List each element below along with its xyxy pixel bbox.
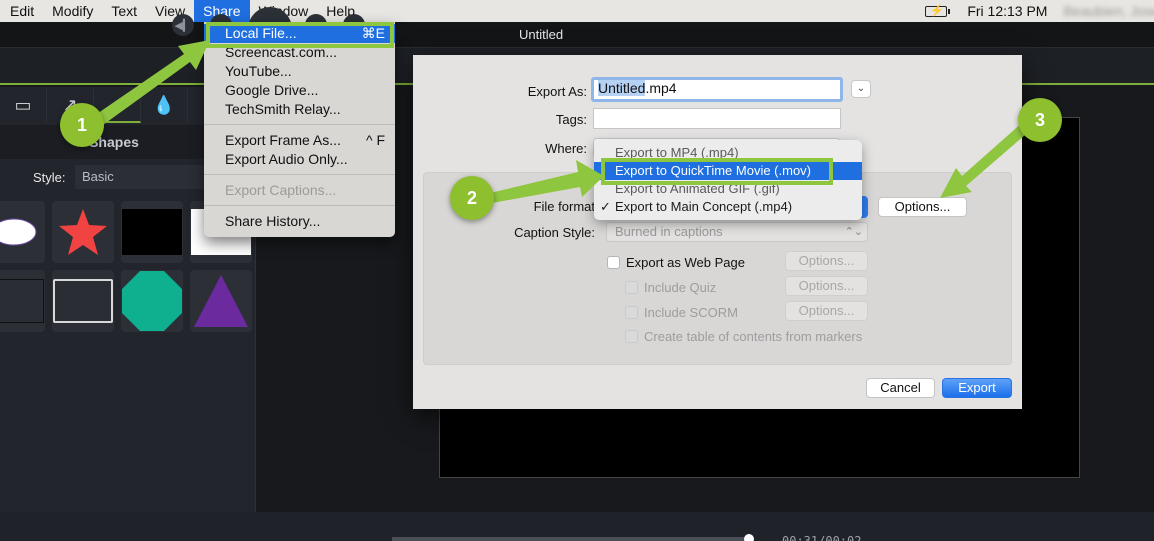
shape-black-rectangle[interactable] [121,201,183,263]
style-label: Style: [33,169,66,185]
export-as-label: Export As: [527,84,587,99]
menu-item-label: Export Audio Only... [225,151,348,167]
web-page-options-button[interactable]: Options... [785,251,868,271]
menu-item-youtube[interactable]: YouTube... [204,62,395,81]
format-option-main-concept[interactable]: ✓ Export to Main Concept (.mp4) [594,198,862,216]
callout-highlight-local-file [206,22,394,48]
shape-red-star[interactable] [52,201,114,263]
menu-separator [204,174,395,175]
format-option-label: Export to Main Concept (.mp4) [615,199,793,214]
menu-separator [204,205,395,206]
tags-label: Tags: [555,112,587,127]
share-menu: Local File... ⌘E Screencast.com... YouTub… [204,22,395,237]
shape-purple-triangle[interactable] [190,270,252,332]
timecode: 00:31/00:02 [782,534,862,541]
dark-rect-icon [0,279,44,323]
callout-badge-3: 3 [1018,98,1062,142]
callout-highlight-quicktime [601,158,833,185]
export-web-page-label: Export as Web Page [626,255,745,270]
export-web-page-checkbox[interactable]: Export as Web Page [607,255,745,270]
shape-white-ellipse[interactable] [0,201,45,263]
cancel-button[interactable]: Cancel [866,378,935,398]
callout-badge-1: 1 [60,103,104,147]
shape-outlined-rectangle[interactable] [52,270,114,332]
menu-item-label: Share History... [225,213,321,229]
expand-dialog-button[interactable]: ⌄ [851,80,871,98]
checkbox-box[interactable] [607,256,620,269]
menu-item-techsmith-relay[interactable]: TechSmith Relay... [204,100,395,119]
battery-charging-icon[interactable]: ⚡ [925,5,951,17]
include-scorm-label: Include SCORM [644,305,738,320]
ellipse-icon [0,218,37,246]
menu-item-label: Export Captions... [225,182,337,198]
step-back-icon: ◀▎ [174,19,192,32]
menu-item-export-frame[interactable]: Export Frame As... ^ F [204,131,395,150]
menu-edit[interactable]: Edit [0,0,43,22]
menu-item-share-history[interactable]: Share History... [204,212,395,231]
menu-item-export-audio[interactable]: Export Audio Only... [204,150,395,169]
menu-item-label: Export Frame As... [225,132,341,148]
screen: Edit Modify Text View Share Window Help … [0,0,1154,541]
updown-arrows-icon: ⌃⌄ [844,226,863,238]
quiz-options-button[interactable]: Options... [785,276,868,296]
export-as-selected-text: Untitled [598,80,646,96]
checkbox-box[interactable] [625,281,638,294]
checkmark-icon: ✓ [600,199,611,214]
black-rect-icon [122,209,182,255]
caption-style-label: Caption Style: [514,225,595,240]
caption-style-value: Burned in captions [615,224,723,239]
include-scorm-checkbox[interactable]: Include SCORM [625,305,738,320]
toc-checkbox[interactable]: Create table of contents from markers [625,329,862,344]
scrubber-track[interactable] [392,537,749,541]
octagon-icon [122,271,182,331]
menu-text[interactable]: Text [102,0,146,22]
export-as-field[interactable]: Untitled.mp4 [591,77,843,102]
shape-teal-octagon[interactable] [121,270,183,332]
menu-separator [204,124,395,125]
menu-item-export-captions: Export Captions... [204,181,395,200]
menu-modify[interactable]: Modify [43,0,102,22]
where-label: Where: [545,141,587,156]
menu-item-shortcut: ^ F [365,132,385,148]
menubar-clock[interactable]: Fri 12:13 PM [967,3,1047,19]
caption-style-popup[interactable]: Burned in captions ⌃⌄ [606,222,868,242]
tags-field[interactable] [593,108,841,129]
menubar-user[interactable]: Beaubien, Jose [1063,3,1154,19]
scorm-options-button[interactable]: Options... [785,301,868,321]
scrubber-handle[interactable] [744,534,754,541]
toc-label: Create table of contents from markers [644,329,863,344]
format-options-button[interactable]: Options... [878,197,967,217]
menu-item-label: Google Drive... [225,82,319,98]
include-quiz-checkbox[interactable]: Include Quiz [625,280,716,295]
export-button[interactable]: Export [942,378,1012,398]
step-back-button[interactable]: ◀▎ [172,14,194,36]
window-title: Untitled [519,27,564,42]
menu-item-label: TechSmith Relay... [225,101,341,117]
callout-badge-2: 2 [450,176,494,220]
export-dialog: Export As: Untitled.mp4 ⌄ Tags: Where: F… [413,55,1022,409]
menu-item-google-drive[interactable]: Google Drive... [204,81,395,100]
include-quiz-label: Include Quiz [644,280,717,295]
star-icon [59,209,107,255]
shape-dark-rectangle[interactable] [0,270,45,332]
triangle-icon [194,275,248,327]
checkbox-box[interactable] [625,306,638,319]
export-as-extension: .mp4 [645,80,677,96]
menu-item-label: YouTube... [225,63,292,79]
blur-icon[interactable]: 💧 [141,87,188,123]
style-select[interactable]: Basic [75,165,215,189]
chevron-down-icon: ⌄ [856,83,866,94]
outlined-rect-icon [53,279,113,323]
checkbox-box[interactable] [625,330,638,343]
callout-icon[interactable]: ▭ [0,87,47,123]
